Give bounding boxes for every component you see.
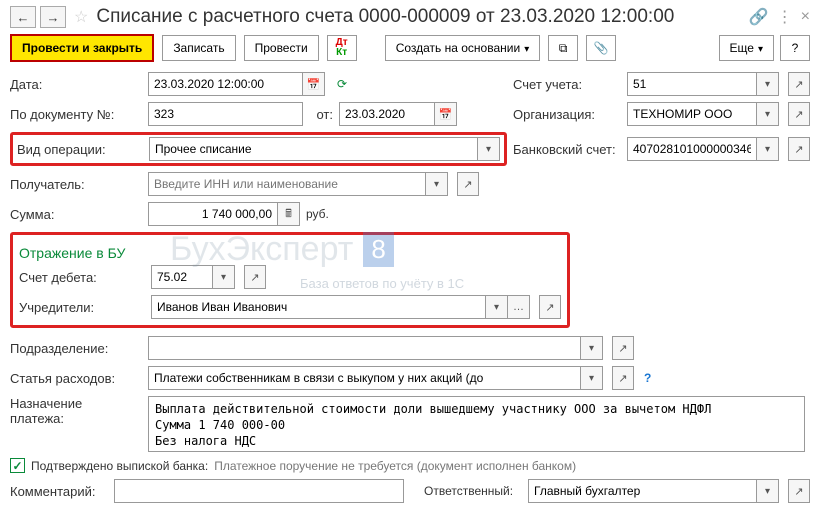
purpose-label: Назначениеплатежа: [10,396,142,426]
more-button[interactable]: Еще [719,35,774,61]
comment-input[interactable] [114,479,404,503]
confirmed-label: Подтверждено выпиской банка: [31,459,208,473]
org-open[interactable] [788,102,810,126]
refresh-icon[interactable]: ⟳ [337,77,347,91]
debit-input[interactable] [151,265,213,289]
responsible-open[interactable] [788,479,810,503]
bankacc-dropdown[interactable] [757,137,779,161]
debit-label: Счет дебета: [19,270,145,285]
docdate-cal-button[interactable] [435,102,457,126]
subdiv-dropdown[interactable] [581,336,603,360]
founders-open[interactable] [539,295,561,319]
more-title-icon[interactable]: ⋮ [777,7,793,27]
bankacc-open[interactable] [788,137,810,161]
expense-open[interactable] [612,366,634,390]
docno-label: По документу №: [10,107,142,122]
structure-button[interactable]: ⧉ [548,35,578,61]
subdiv-open[interactable] [612,336,634,360]
nav-back-button[interactable]: ← [10,6,36,28]
org-label: Организация: [513,107,621,122]
calc-button[interactable] [278,202,300,226]
from-label: от: [309,107,333,122]
purpose-textarea[interactable] [148,396,805,452]
optype-label: Вид операции: [17,142,143,157]
comment-label: Комментарий: [10,484,108,499]
nav-forward-button[interactable]: → [40,6,66,28]
dtkt-icon: ДтКт [336,38,348,58]
optype-dropdown[interactable] [478,137,500,161]
founders-dots[interactable]: … [508,295,530,319]
expense-dropdown[interactable] [581,366,603,390]
docno-input[interactable] [148,102,303,126]
account-open[interactable] [788,72,810,96]
org-input[interactable] [627,102,757,126]
favorite-icon[interactable]: ☆ [74,7,88,27]
chevron-down-icon [524,41,529,55]
org-dropdown[interactable] [757,102,779,126]
bankacc-label: Банковский счет: [513,142,621,157]
write-button[interactable]: Записать [162,35,235,61]
chevron-down-icon [758,41,763,55]
date-input[interactable] [148,72,303,96]
confirmed-note: Платежное поручение не требуется (докуме… [214,459,576,473]
page-title: Списание с расчетного счета 0000-000009 … [96,6,744,28]
link-icon[interactable]: 🔗 [749,7,769,27]
confirmed-checkbox[interactable]: ✓ [10,458,25,473]
expense-input[interactable] [148,366,581,390]
calendar-icon [307,78,321,91]
account-label: Счет учета: [513,77,621,92]
docdate-input[interactable] [339,102,435,126]
founders-label: Учредители: [19,300,145,315]
create-based-button[interactable]: Создать на основании [385,35,541,61]
debit-open[interactable] [244,265,266,289]
attach-button[interactable]: 📎 [586,35,616,61]
post-close-button[interactable]: Провести и закрыть [10,34,154,62]
help-button[interactable]: ? [780,35,810,61]
debit-dropdown[interactable] [213,265,235,289]
post-button[interactable]: Провести [244,35,319,61]
expense-label: Статья расходов: [10,371,142,386]
account-input[interactable] [627,72,757,96]
bu-section-title: Отражение в БУ [19,245,561,261]
calendar-button[interactable] [303,72,325,96]
amount-input[interactable] [148,202,278,226]
founders-input[interactable] [151,295,486,319]
close-icon[interactable]: × [801,8,810,26]
payee-input[interactable] [148,172,426,196]
amount-label: Сумма: [10,207,142,222]
bankacc-input[interactable] [627,137,757,161]
responsible-input[interactable] [528,479,757,503]
dtkt-button[interactable]: ДтКт [327,35,357,61]
currency-label: руб. [306,207,329,221]
founders-dropdown[interactable] [486,295,508,319]
payee-label: Получатель: [10,177,142,192]
responsible-label: Ответственный: [410,484,522,498]
expense-help[interactable]: ? [644,371,651,385]
account-dropdown[interactable] [757,72,779,96]
payee-open[interactable] [457,172,479,196]
optype-input[interactable] [149,137,478,161]
subdiv-input[interactable] [148,336,581,360]
payee-dropdown[interactable] [426,172,448,196]
responsible-dropdown[interactable] [757,479,779,503]
date-label: Дата: [10,77,142,92]
subdiv-label: Подразделение: [10,341,142,356]
